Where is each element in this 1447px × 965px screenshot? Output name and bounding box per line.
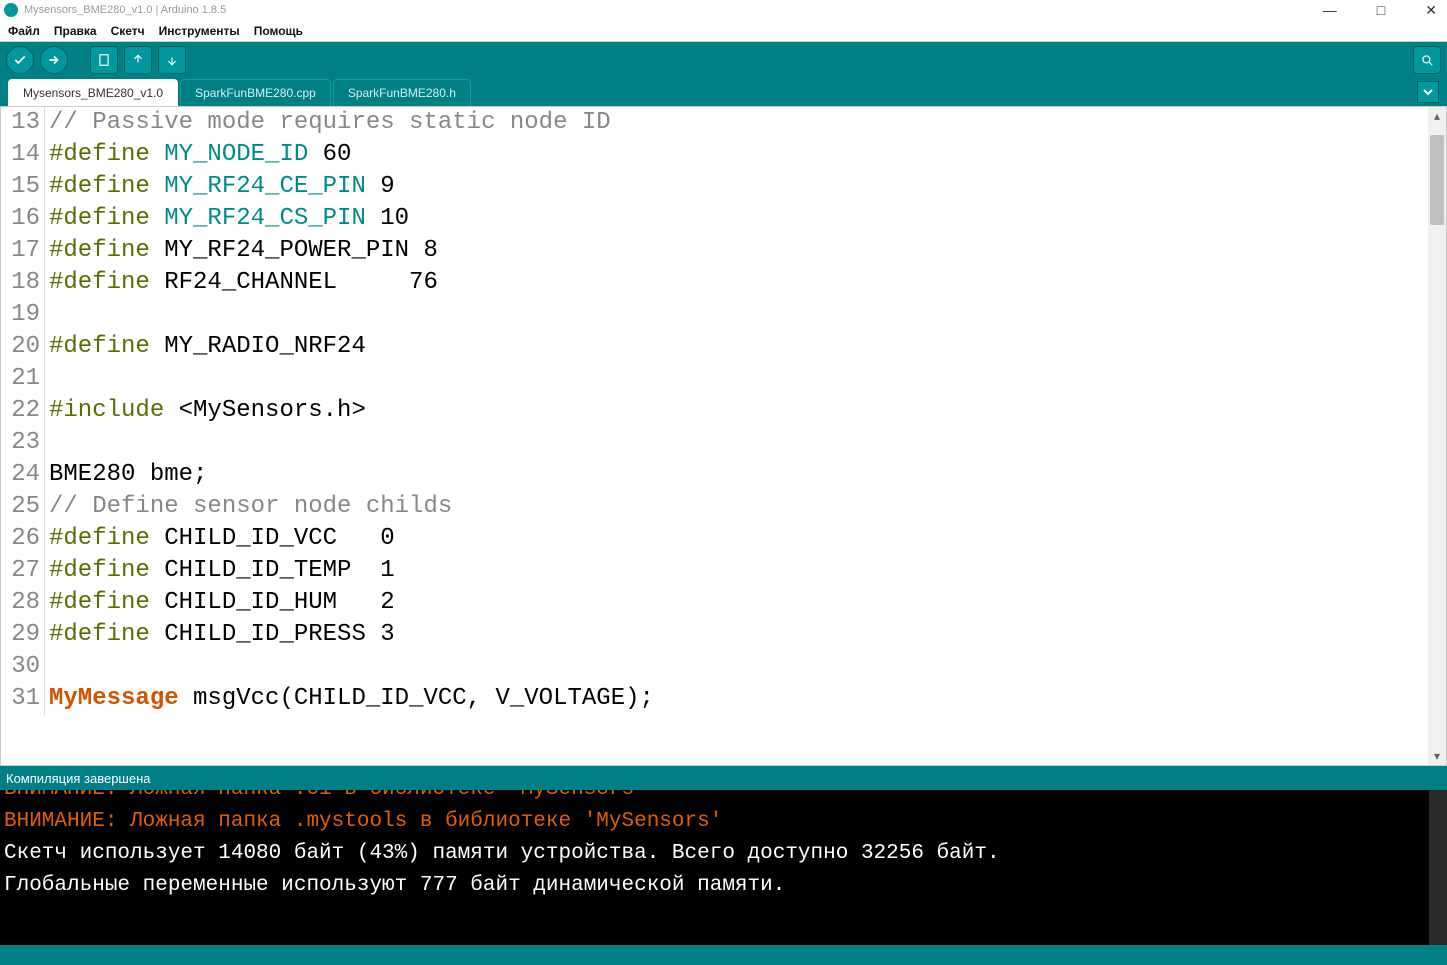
code-line[interactable]: 23: [1, 427, 1428, 459]
code-line[interactable]: 19: [1, 299, 1428, 331]
status-bar: Компиляция завершена: [0, 766, 1447, 790]
code-line[interactable]: 16#define MY_RF24_CS_PIN 10: [1, 203, 1428, 235]
code-line[interactable]: 28#define CHILD_ID_HUM 2: [1, 587, 1428, 619]
code-text: #define MY_NODE_ID 60: [45, 139, 351, 171]
bottom-bar: [0, 945, 1447, 965]
code-line[interactable]: 18#define RF24_CHANNEL 76: [1, 267, 1428, 299]
line-number: 26: [1, 523, 45, 555]
tab-main[interactable]: Mysensors_BME280_v1.0: [8, 79, 178, 106]
minimize-button[interactable]: —: [1317, 2, 1343, 19]
new-button[interactable]: [90, 46, 118, 74]
toolbar: [0, 42, 1447, 78]
line-number: 31: [1, 683, 45, 715]
line-number: 27: [1, 555, 45, 587]
code-area[interactable]: 13// Passive mode requires static node I…: [1, 107, 1428, 765]
scroll-up-icon[interactable]: ▴: [1428, 107, 1446, 125]
editor: 13// Passive mode requires static node I…: [0, 106, 1447, 766]
scroll-track[interactable]: [1428, 125, 1446, 747]
code-text: #define CHILD_ID_TEMP 1: [45, 555, 395, 587]
line-number: 22: [1, 395, 45, 427]
open-button[interactable]: [124, 46, 152, 74]
titlebar: Mysensors_BME280_v1.0 | Arduino 1.8.5 — …: [0, 0, 1447, 20]
console-line: ВНИМАНИЕ: Ложная папка .mystools в библи…: [4, 806, 1443, 838]
code-text: [45, 651, 49, 683]
code-text: #define MY_RF24_CE_PIN 9: [45, 171, 395, 203]
line-number: 21: [1, 363, 45, 395]
console-line: Глобальные переменные используют 777 бай…: [4, 870, 1443, 902]
arduino-icon: [4, 3, 18, 17]
code-text: #define MY_RF24_CS_PIN 10: [45, 203, 409, 235]
code-text: BME280 bme;: [45, 459, 207, 491]
code-text: #define CHILD_ID_PRESS 3: [45, 619, 395, 651]
code-line[interactable]: 21: [1, 363, 1428, 395]
code-text: // Define sensor node childs: [45, 491, 452, 523]
tab-sparkfun-h[interactable]: SparkFunBME280.h: [333, 79, 471, 106]
window-controls: — □ ✕: [1317, 2, 1443, 19]
code-line[interactable]: 29#define CHILD_ID_PRESS 3: [1, 619, 1428, 651]
code-text: [45, 299, 49, 331]
maximize-button[interactable]: □: [1371, 2, 1391, 19]
tabs-dropdown[interactable]: [1417, 81, 1439, 103]
menu-file[interactable]: Файл: [4, 22, 44, 40]
code-text: #define MY_RADIO_NRF24: [45, 331, 366, 363]
code-line[interactable]: 20#define MY_RADIO_NRF24: [1, 331, 1428, 363]
code-line[interactable]: 31MyMessage msgVcc(CHILD_ID_VCC, V_VOLTA…: [1, 683, 1428, 715]
console-scrollbar[interactable]: [1429, 790, 1447, 945]
code-text: [45, 363, 49, 395]
verify-button[interactable]: [6, 46, 34, 74]
line-number: 25: [1, 491, 45, 523]
line-number: 28: [1, 587, 45, 619]
line-number: 29: [1, 619, 45, 651]
code-line[interactable]: 15#define MY_RF24_CE_PIN 9: [1, 171, 1428, 203]
code-line[interactable]: 26#define CHILD_ID_VCC 0: [1, 523, 1428, 555]
code-line[interactable]: 22#include <MySensors.h>: [1, 395, 1428, 427]
code-line[interactable]: 13// Passive mode requires static node I…: [1, 107, 1428, 139]
line-number: 18: [1, 267, 45, 299]
serial-monitor-button[interactable]: [1413, 46, 1441, 74]
menu-bar: Файл Правка Скетч Инструменты Помощь: [0, 20, 1447, 42]
code-line[interactable]: 24BME280 bme;: [1, 459, 1428, 491]
tabs-bar: Mysensors_BME280_v1.0 SparkFunBME280.cpp…: [0, 78, 1447, 106]
scroll-down-icon[interactable]: ▾: [1428, 747, 1446, 765]
code-text: #define MY_RF24_POWER_PIN 8: [45, 235, 438, 267]
line-number: 20: [1, 331, 45, 363]
line-number: 14: [1, 139, 45, 171]
console-line: ВНИМАНИЕ: Ложная папка .ci в библиотеке …: [4, 790, 1443, 806]
upload-button[interactable]: [40, 46, 68, 74]
line-number: 16: [1, 203, 45, 235]
tab-sparkfun-cpp[interactable]: SparkFunBME280.cpp: [180, 79, 331, 106]
code-text: // Passive mode requires static node ID: [45, 107, 611, 139]
console-line: Скетч использует 14080 байт (43%) памяти…: [4, 838, 1443, 870]
line-number: 17: [1, 235, 45, 267]
scroll-thumb[interactable]: [1430, 135, 1444, 225]
code-line[interactable]: 25// Define sensor node childs: [1, 491, 1428, 523]
console[interactable]: ВНИМАНИЕ: Ложная папка .ci в библиотеке …: [0, 790, 1447, 945]
save-button[interactable]: [158, 46, 186, 74]
editor-scrollbar[interactable]: ▴ ▾: [1428, 107, 1446, 765]
line-number: 15: [1, 171, 45, 203]
menu-edit[interactable]: Правка: [50, 22, 101, 40]
line-number: 30: [1, 651, 45, 683]
code-text: #define RF24_CHANNEL 76: [45, 267, 438, 299]
code-line[interactable]: 27#define CHILD_ID_TEMP 1: [1, 555, 1428, 587]
code-line[interactable]: 14#define MY_NODE_ID 60: [1, 139, 1428, 171]
line-number: 23: [1, 427, 45, 459]
code-text: #include <MySensors.h>: [45, 395, 366, 427]
code-text: [45, 427, 49, 459]
menu-tools[interactable]: Инструменты: [155, 22, 244, 40]
close-button[interactable]: ✕: [1419, 2, 1443, 19]
code-text: #define CHILD_ID_VCC 0: [45, 523, 395, 555]
code-text: MyMessage msgVcc(CHILD_ID_VCC, V_VOLTAGE…: [45, 683, 654, 715]
menu-sketch[interactable]: Скетч: [107, 22, 149, 40]
window-title: Mysensors_BME280_v1.0 | Arduino 1.8.5: [24, 4, 1317, 16]
code-text: #define CHILD_ID_HUM 2: [45, 587, 395, 619]
code-line[interactable]: 17#define MY_RF24_POWER_PIN 8: [1, 235, 1428, 267]
menu-help[interactable]: Помощь: [250, 22, 307, 40]
line-number: 13: [1, 107, 45, 139]
line-number: 24: [1, 459, 45, 491]
line-number: 19: [1, 299, 45, 331]
status-text: Компиляция завершена: [6, 771, 151, 786]
code-line[interactable]: 30: [1, 651, 1428, 683]
